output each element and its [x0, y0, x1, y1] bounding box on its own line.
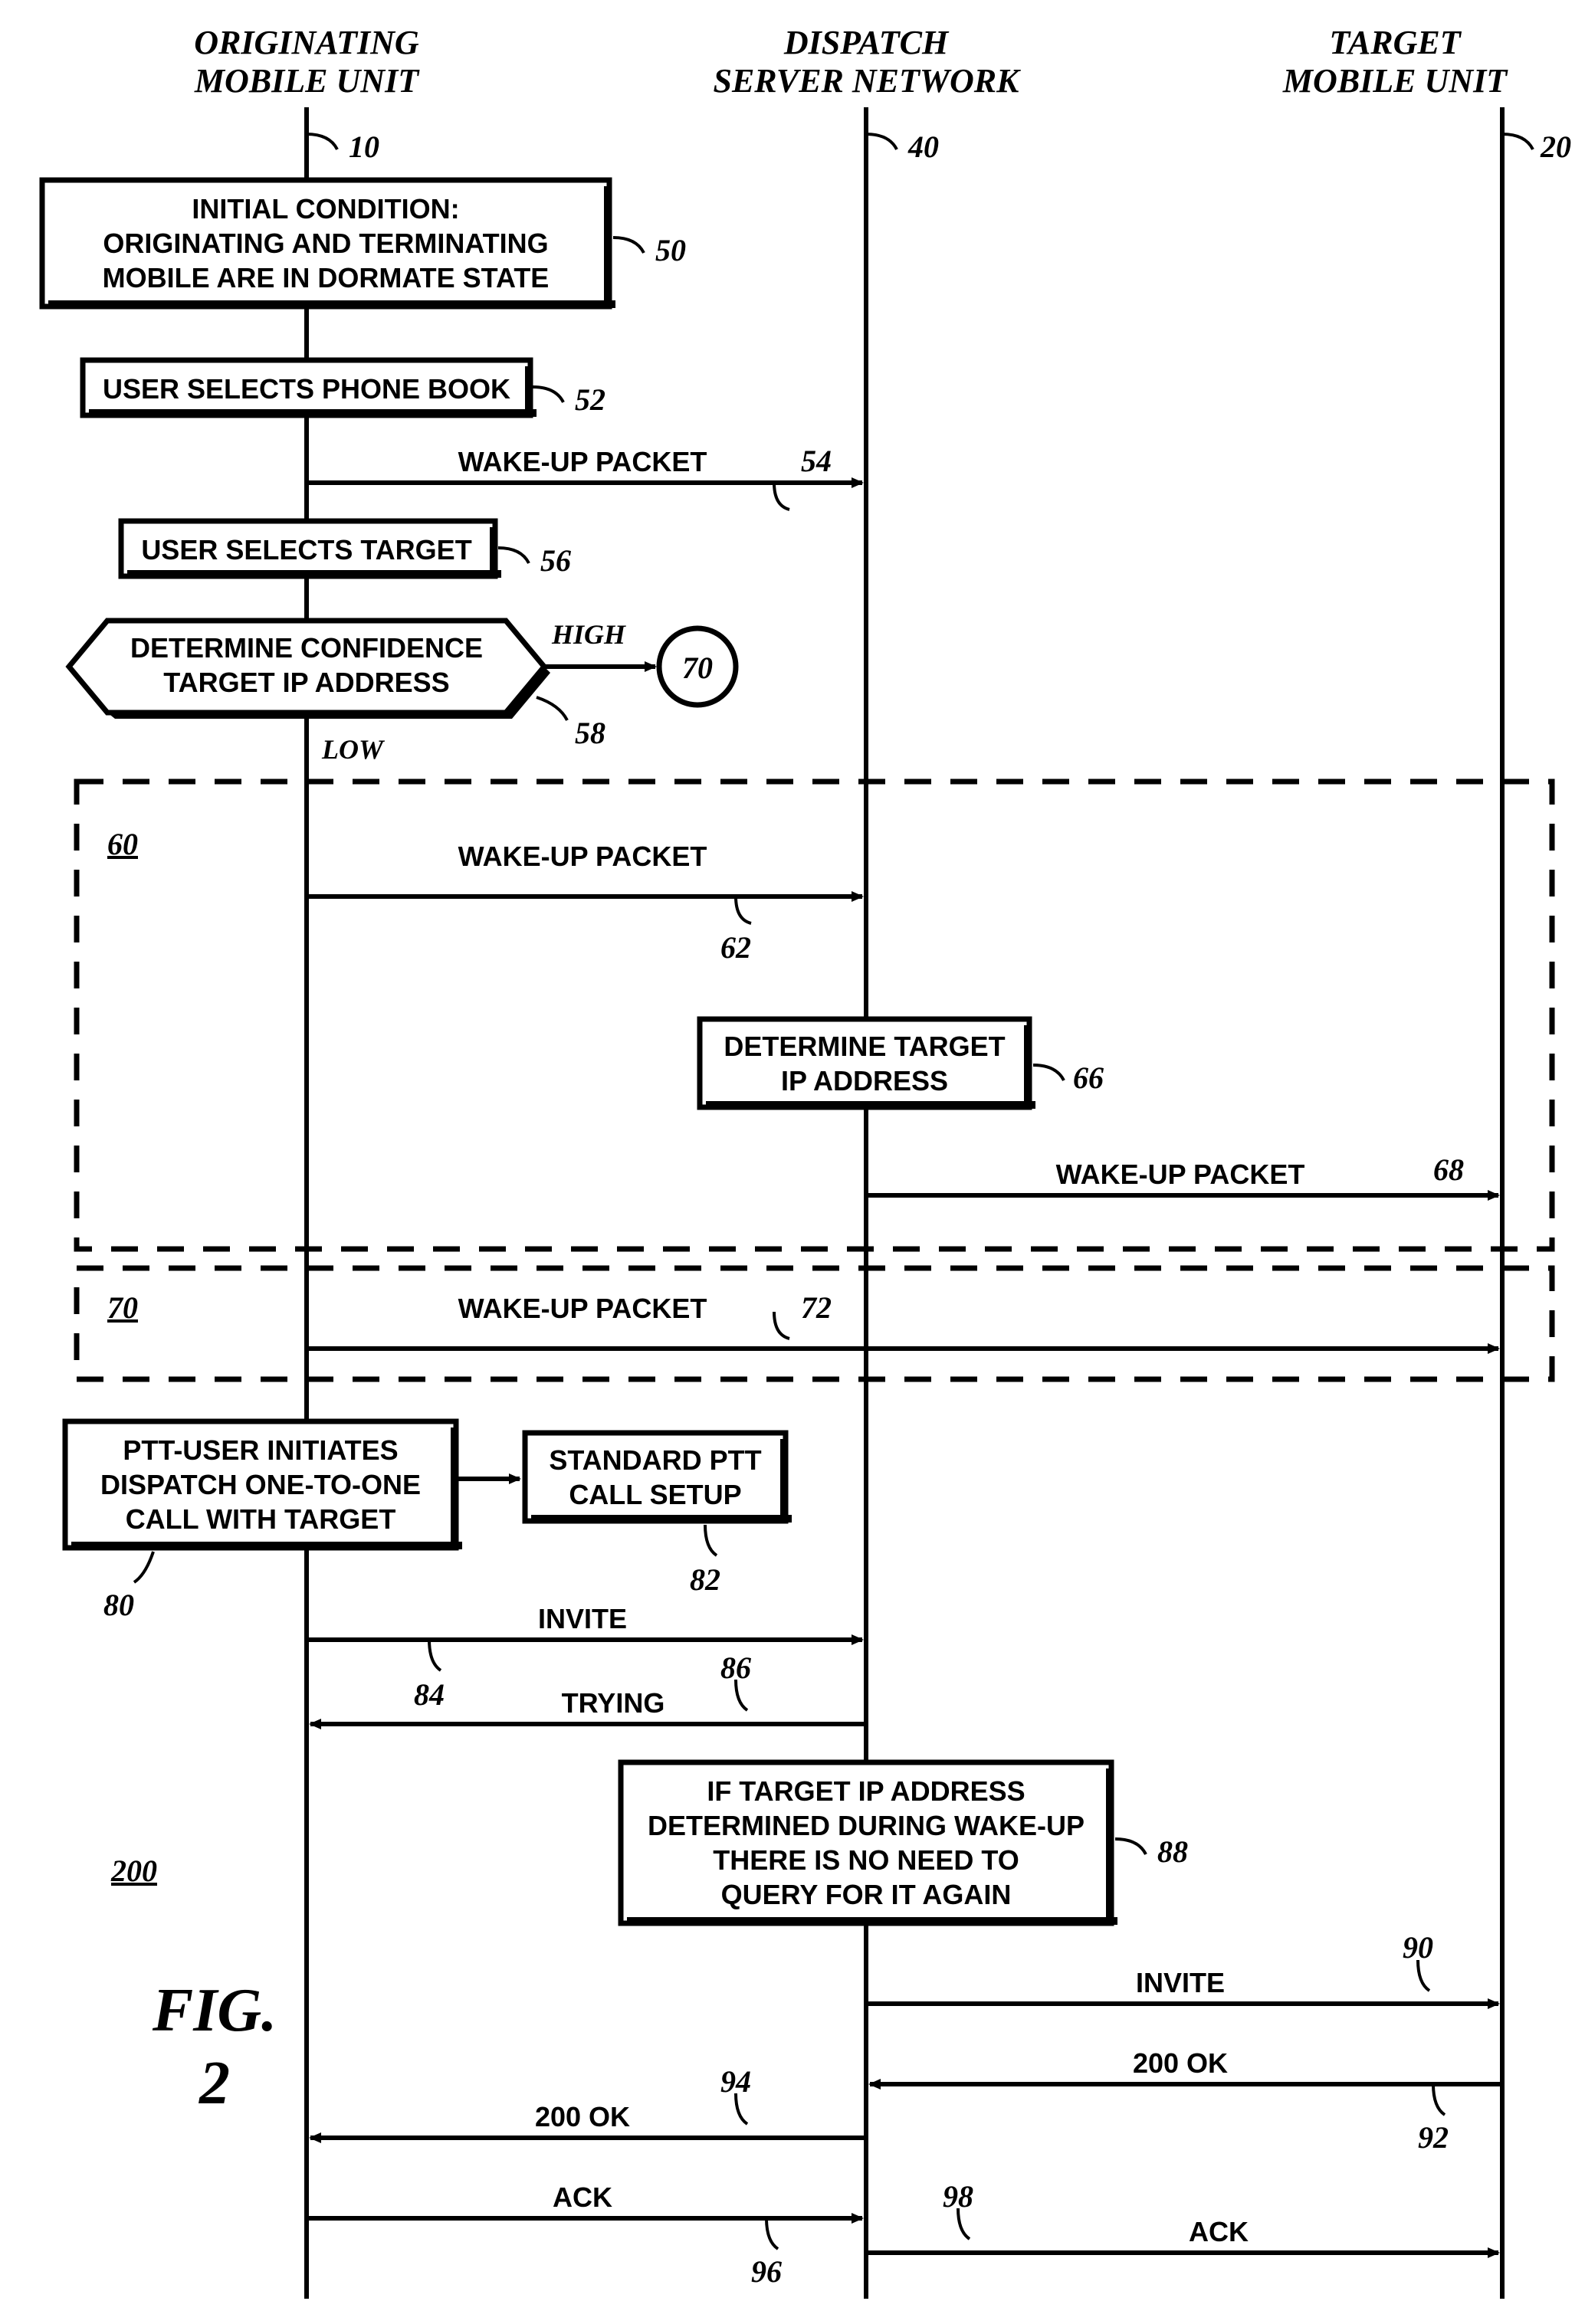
- header-orig-1: ORIGINATING: [194, 24, 419, 61]
- svg-text:QUERY FOR IT AGAIN: QUERY FOR IT AGAIN: [721, 1879, 1012, 1910]
- msg-ack-98: ACK: [1189, 2216, 1249, 2247]
- ref-56: 56: [540, 543, 571, 578]
- svg-text:CALL SETUP: CALL SETUP: [569, 1479, 741, 1510]
- ref-98: 98: [943, 2179, 973, 2214]
- svg-text:MOBILE ARE IN DORMATE STATE: MOBILE ARE IN DORMATE STATE: [103, 262, 550, 293]
- ref-20: 20: [1540, 129, 1571, 164]
- box-standard-ptt-call-setup: STANDARD PTT CALL SETUP: [525, 1433, 792, 1523]
- svg-text:PTT-USER INITIATES: PTT-USER INITIATES: [123, 1434, 398, 1466]
- region-60: [77, 782, 1552, 1249]
- svg-text:STANDARD PTT: STANDARD PTT: [549, 1444, 761, 1476]
- ref-52: 52: [575, 382, 605, 417]
- msg-wakeup-72: WAKE-UP PACKET: [458, 1293, 707, 1324]
- ref-82: 82: [690, 1562, 720, 1597]
- ref-68: 68: [1433, 1152, 1464, 1187]
- svg-text:ORIGINATING AND TERMINATING: ORIGINATING AND TERMINATING: [103, 228, 548, 259]
- header-targ-2: MOBILE UNIT: [1282, 62, 1508, 100]
- box-if-target-ip-determined: IF TARGET IP ADDRESS DETERMINED DURING W…: [621, 1762, 1117, 1926]
- ref-70u: 70: [107, 1290, 138, 1325]
- header-targ-1: TARGET: [1329, 24, 1462, 61]
- ref-90: 90: [1403, 1930, 1433, 1965]
- ref-88: 88: [1157, 1834, 1188, 1869]
- svg-text:CALL WITH TARGET: CALL WITH TARGET: [126, 1503, 396, 1535]
- box-user-selects-target: USER SELECTS TARGET: [121, 521, 501, 579]
- ref-200: 200: [110, 1854, 157, 1888]
- ref-58: 58: [575, 716, 605, 750]
- ref-70-circle: 70: [682, 651, 713, 685]
- msg-wakeup-68: WAKE-UP PACKET: [1056, 1159, 1305, 1190]
- svg-text:DISPATCH ONE-TO-ONE: DISPATCH ONE-TO-ONE: [100, 1469, 421, 1500]
- svg-text:INITIAL CONDITION:: INITIAL CONDITION:: [192, 193, 459, 225]
- ref-10: 10: [349, 129, 379, 164]
- ref-66: 66: [1073, 1060, 1104, 1095]
- box-initial-condition: INITIAL CONDITION: ORIGINATING AND TERMI…: [42, 180, 615, 309]
- svg-text:TARGET IP ADDRESS: TARGET IP ADDRESS: [163, 667, 449, 698]
- ref-60: 60: [107, 827, 138, 861]
- svg-text:IF TARGET IP ADDRESS: IF TARGET IP ADDRESS: [707, 1775, 1025, 1807]
- svg-text:IP ADDRESS: IP ADDRESS: [781, 1065, 948, 1096]
- ref-86: 86: [720, 1650, 751, 1685]
- box-ptt-user-initiates: PTT-USER INITIATES DISPATCH ONE-TO-ONE C…: [65, 1421, 462, 1550]
- msg-invite-90: INVITE: [1136, 1967, 1225, 1998]
- ref-62: 62: [720, 930, 751, 965]
- header-disp-2: SERVER NETWORK: [713, 62, 1021, 100]
- msg-trying-86: TRYING: [562, 1687, 665, 1719]
- label-low: LOW: [321, 734, 386, 765]
- svg-text:THERE IS NO NEED TO: THERE IS NO NEED TO: [713, 1844, 1019, 1876]
- msg-invite-84: INVITE: [538, 1603, 627, 1634]
- ref-96: 96: [751, 2254, 782, 2289]
- svg-text:DETERMINED DURING WAKE-UP: DETERMINED DURING WAKE-UP: [648, 1810, 1085, 1841]
- msg-ack-96: ACK: [553, 2181, 612, 2213]
- svg-text:USER SELECTS TARGET: USER SELECTS TARGET: [141, 534, 471, 565]
- msg-wakeup-62: WAKE-UP PACKET: [458, 841, 707, 872]
- msg-200ok-92: 200 OK: [1133, 2047, 1228, 2079]
- label-high: HIGH: [551, 619, 626, 650]
- ref-84: 84: [414, 1677, 445, 1712]
- msg-200ok-94: 200 OK: [535, 2101, 630, 2132]
- svg-text:DETERMINE TARGET: DETERMINE TARGET: [724, 1031, 1005, 1062]
- ref-94: 94: [720, 2064, 751, 2099]
- svg-text:USER SELECTS PHONE BOOK: USER SELECTS PHONE BOOK: [103, 373, 510, 405]
- box-determine-target-ip: DETERMINE TARGET IP ADDRESS: [700, 1019, 1035, 1110]
- decision-determine-confidence: DETERMINE CONFIDENCE TARGET IP ADDRESS: [69, 621, 550, 719]
- ref-54: 54: [801, 444, 832, 478]
- figure-label-1: FIG.: [152, 1977, 277, 2044]
- box-user-selects-phonebook: USER SELECTS PHONE BOOK: [83, 360, 537, 418]
- ref-92: 92: [1418, 2120, 1449, 2155]
- msg-wakeup-54: WAKE-UP PACKET: [458, 446, 707, 477]
- ref-80: 80: [103, 1588, 134, 1622]
- header-disp-1: DISPATCH: [783, 24, 950, 61]
- svg-text:DETERMINE CONFIDENCE: DETERMINE CONFIDENCE: [130, 632, 483, 664]
- ref-72: 72: [801, 1290, 832, 1325]
- figure-label-2: 2: [199, 2050, 230, 2117]
- ref-50: 50: [655, 233, 686, 267]
- header-orig-2: MOBILE UNIT: [194, 62, 420, 100]
- ref-40: 40: [907, 129, 939, 164]
